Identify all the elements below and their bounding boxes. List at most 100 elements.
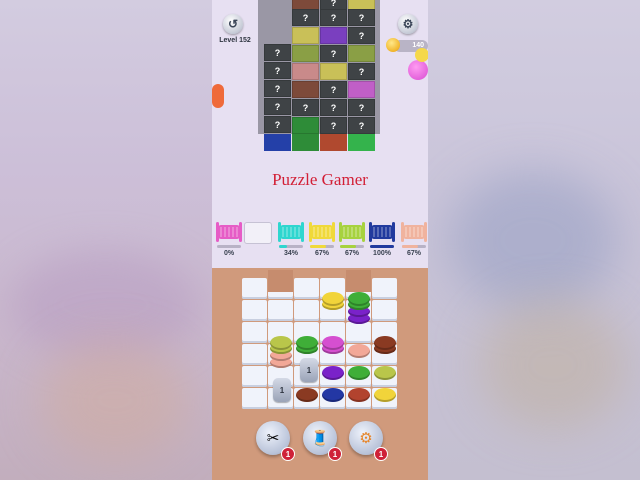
hidden-cell: ? bbox=[348, 63, 375, 80]
hidden-cell: ? bbox=[348, 9, 375, 26]
fabric-cell bbox=[348, 81, 375, 98]
hidden-cell: ? bbox=[292, 99, 319, 116]
thread-stack[interactable] bbox=[270, 336, 292, 372]
hidden-cell: ? bbox=[348, 27, 375, 44]
board-tile[interactable] bbox=[294, 278, 319, 299]
thread-stack[interactable] bbox=[374, 366, 396, 381]
thread-ring bbox=[348, 388, 370, 402]
board-tile[interactable] bbox=[242, 388, 267, 409]
board-tile[interactable] bbox=[242, 366, 267, 387]
blurred-background-left bbox=[0, 0, 212, 480]
fabric-cell bbox=[292, 117, 319, 134]
spool-percent: 0% bbox=[223, 250, 235, 257]
thread-board: 11 bbox=[242, 270, 398, 412]
fabric-stack-area: ? ? ? ? ? ? ? ? ? ? ? ? ? ? ? ? ? ? bbox=[258, 0, 380, 151]
thread-ring bbox=[296, 336, 318, 350]
thread-stack[interactable] bbox=[322, 292, 344, 314]
gear-icon: ⚙ bbox=[402, 17, 414, 31]
fabric-cell-lime bbox=[348, 134, 375, 151]
thread-ring bbox=[374, 336, 396, 350]
thread-ring bbox=[348, 344, 370, 358]
hidden-cell: ? bbox=[264, 44, 291, 61]
spool bbox=[337, 219, 367, 249]
thread-ring bbox=[322, 336, 344, 350]
hidden-cell: ? bbox=[264, 98, 291, 115]
spool bbox=[399, 219, 428, 249]
watermark-title: Puzzle Gamer bbox=[272, 170, 368, 189]
spool-percent: 67% bbox=[314, 250, 329, 257]
board-tile[interactable] bbox=[242, 322, 267, 343]
thread-stack[interactable] bbox=[296, 388, 318, 403]
thread-stack[interactable] bbox=[348, 344, 370, 359]
thread-ring bbox=[374, 366, 396, 380]
thread-stack[interactable] bbox=[322, 366, 344, 381]
thread-ring bbox=[322, 388, 344, 402]
board-tile[interactable] bbox=[242, 344, 267, 365]
thread-stack[interactable] bbox=[348, 366, 370, 381]
board-tile[interactable] bbox=[372, 278, 397, 299]
spool bbox=[214, 219, 244, 249]
fabric-cell bbox=[320, 63, 347, 80]
spool-percent: 100% bbox=[373, 250, 391, 257]
fabric-cell-green bbox=[292, 134, 319, 151]
thread-stack[interactable] bbox=[374, 388, 396, 403]
thread-stack[interactable] bbox=[322, 388, 344, 403]
thread-ring bbox=[322, 366, 344, 380]
fabric-cell bbox=[320, 27, 347, 44]
coin-icon bbox=[386, 38, 400, 52]
hidden-cell: ? bbox=[320, 81, 347, 98]
fabric-cell bbox=[292, 45, 319, 62]
fabric-cell bbox=[292, 81, 319, 98]
spool-percent: 34% bbox=[283, 250, 298, 257]
board-notch bbox=[346, 270, 371, 292]
spool bbox=[276, 219, 306, 249]
fabric-cell-blue bbox=[264, 134, 291, 151]
tool-badge: 1 bbox=[281, 447, 295, 461]
fabric-cell bbox=[292, 63, 319, 80]
fabric-column-3: ? ? ? ? ? ? bbox=[320, 0, 347, 134]
hidden-cell: ? bbox=[264, 62, 291, 79]
hidden-cell: ? bbox=[320, 9, 347, 26]
thread-ring bbox=[296, 388, 318, 402]
spool-percent: 67% bbox=[344, 250, 359, 257]
thread-stack[interactable] bbox=[322, 336, 344, 358]
scissors-icon: ✂ bbox=[266, 430, 280, 447]
board-tile[interactable] bbox=[242, 278, 267, 299]
level-label: Level 152 bbox=[219, 37, 251, 44]
hidden-cell: ? bbox=[292, 9, 319, 26]
fabric-column-4: ? ? ? ? ? bbox=[348, 0, 375, 134]
thread-stack[interactable] bbox=[296, 336, 318, 358]
empty-spool-slot bbox=[244, 222, 272, 244]
blurred-background-right bbox=[428, 0, 640, 480]
fabric-column-2: ? ? bbox=[292, 0, 319, 134]
hidden-cell: ? bbox=[264, 80, 291, 97]
board-tile[interactable] bbox=[268, 300, 293, 321]
game-screen: ↺ Level 152 ⚙ 140 ? ? ? ? ? ? ? ? ? ? ? … bbox=[212, 0, 428, 480]
yarn-ball-icon bbox=[415, 48, 428, 62]
board-tile[interactable] bbox=[242, 300, 267, 321]
restart-button[interactable]: ↺ bbox=[223, 14, 243, 34]
board-tile[interactable] bbox=[372, 300, 397, 321]
locked-spool[interactable]: 1 bbox=[273, 378, 291, 402]
hidden-cell: ? bbox=[320, 99, 347, 116]
spool-magnet-icon: 🧵 bbox=[310, 430, 330, 447]
thread-ring bbox=[348, 366, 370, 380]
side-hook-icon bbox=[212, 84, 224, 108]
spool-row: 0% 34% 67% 67% 100% 67% bbox=[212, 219, 428, 263]
hidden-cell: ? bbox=[320, 117, 347, 134]
spool bbox=[367, 219, 397, 249]
thread-ring bbox=[348, 292, 370, 306]
spool bbox=[307, 219, 337, 249]
restart-icon: ↺ bbox=[227, 17, 239, 31]
thread-ring bbox=[270, 336, 292, 350]
board-tile[interactable] bbox=[294, 300, 319, 321]
locked-spool[interactable]: 1 bbox=[300, 358, 318, 382]
thread-stack[interactable] bbox=[348, 388, 370, 403]
fabric-column-1: ? ? ? ? ? bbox=[264, 0, 291, 134]
settings-button[interactable]: ⚙ bbox=[398, 14, 418, 34]
thread-stack[interactable] bbox=[348, 292, 370, 328]
thread-ring bbox=[322, 292, 344, 306]
hidden-cell: ? bbox=[320, 45, 347, 62]
thread-stack[interactable] bbox=[374, 336, 396, 358]
fabric-cell-red bbox=[320, 134, 347, 151]
